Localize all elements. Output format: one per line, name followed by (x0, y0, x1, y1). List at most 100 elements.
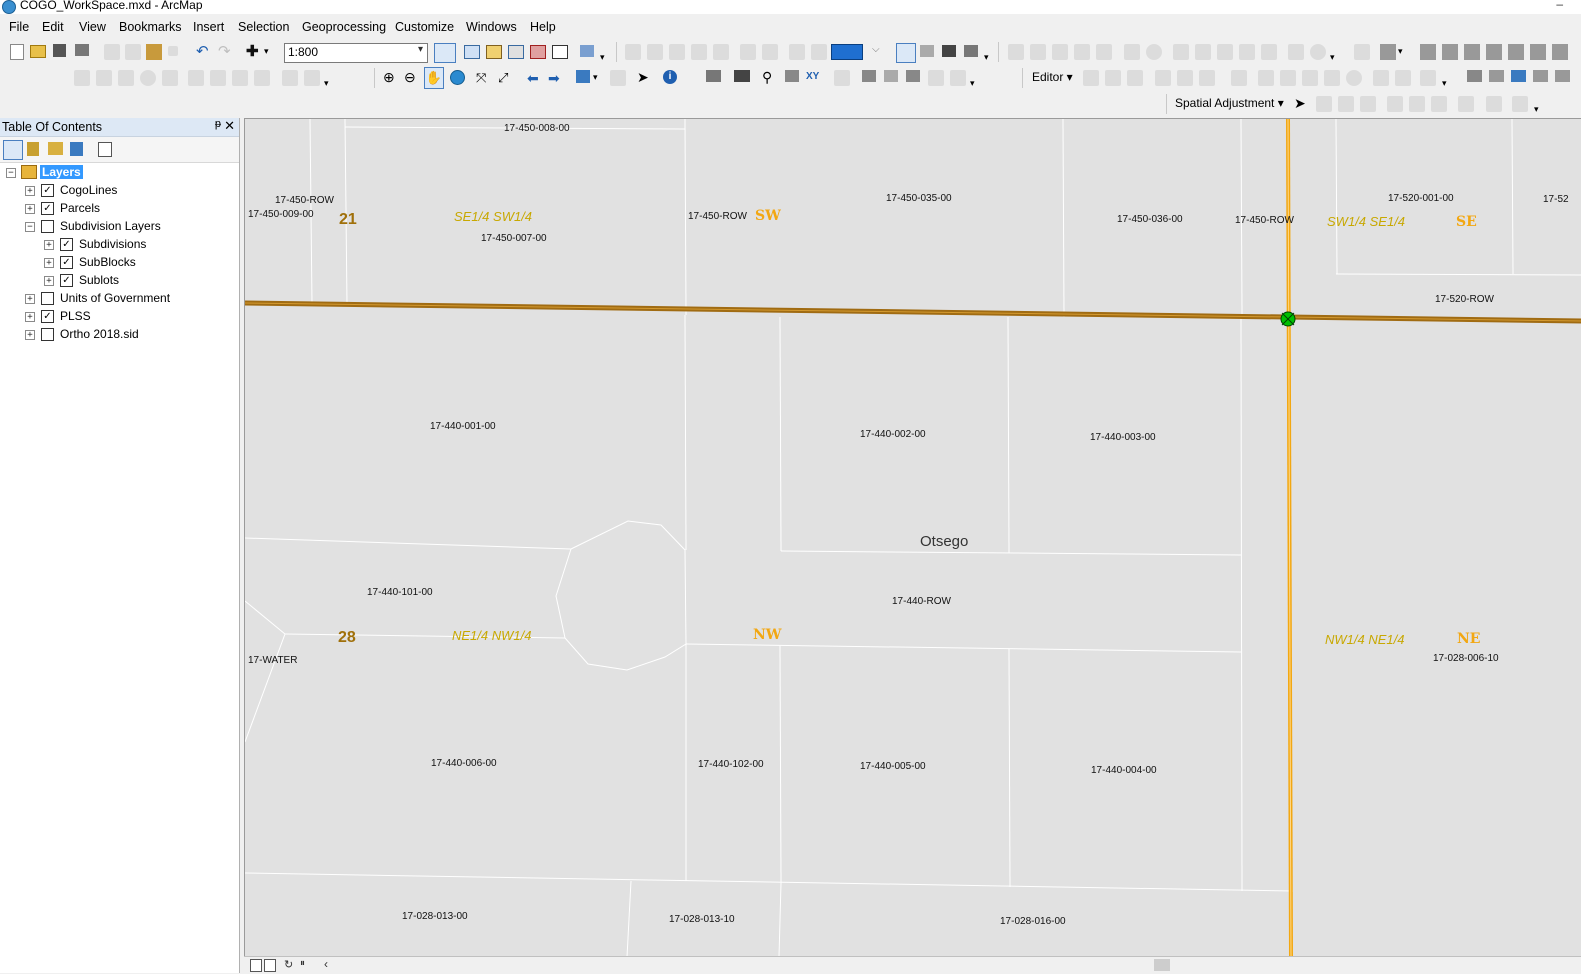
create-viewer-window-icon[interactable] (862, 70, 876, 82)
layout-view-icon[interactable] (896, 43, 916, 63)
refresh-icon[interactable]: ↻ (284, 958, 300, 974)
fixed-zoom-out-icon[interactable]: ⤢ (498, 70, 514, 86)
search-window-icon[interactable] (508, 45, 524, 59)
circle-icon[interactable] (140, 70, 156, 86)
layer-row-cogolines[interactable]: + ✓ CogoLines (0, 182, 239, 200)
cogo-report-icon[interactable] (1173, 44, 1189, 60)
color-swatch-icon[interactable] (831, 44, 863, 60)
rotate-icon[interactable] (1324, 70, 1340, 86)
cogo-split-icon[interactable] (1052, 44, 1068, 60)
layer-label-subdivisions[interactable]: Subdivisions (79, 237, 146, 251)
cogo-area-icon[interactable] (1288, 44, 1304, 60)
arctoolbox-icon[interactable] (530, 45, 546, 59)
error-inspector-icon[interactable] (740, 44, 756, 60)
layer-label-plss[interactable]: PLSS (60, 309, 91, 323)
map-canvas[interactable]: 17-450-008-00 17-450-ROW 17-450-009-00 1… (245, 119, 1581, 957)
align-center-icon[interactable] (1442, 44, 1458, 60)
planarize-icon[interactable] (811, 44, 827, 60)
catalog-window-icon[interactable] (486, 45, 502, 59)
layer-label-sublots[interactable]: Sublots (79, 273, 119, 287)
minimize-button[interactable]: – (1556, 0, 1563, 11)
modify-link-icon[interactable] (1338, 96, 1354, 112)
zoom-out-icon[interactable]: ⊖ (404, 69, 420, 85)
menu-help[interactable]: Help (530, 20, 556, 34)
layer-package-icon[interactable] (1467, 70, 1482, 82)
html-popup-icon[interactable] (706, 70, 721, 82)
cogo-curve-icon[interactable] (1030, 44, 1046, 60)
advanced-edit-icon[interactable] (74, 70, 90, 86)
smooth-icon[interactable] (282, 70, 298, 86)
copy-parallel-icon[interactable] (96, 70, 112, 86)
layer-label-layers[interactable]: Layers (40, 165, 83, 179)
paste-icon[interactable] (146, 44, 162, 60)
color-dropdown-icon[interactable]: ⌵ (872, 44, 888, 60)
topology-edit-icon[interactable] (669, 44, 685, 60)
trim-icon[interactable] (188, 70, 204, 86)
visibility-checkbox[interactable] (41, 292, 54, 305)
visibility-checkbox[interactable]: ✓ (60, 238, 73, 251)
publish-icon[interactable] (1533, 70, 1548, 82)
layer-row-plss[interactable]: + ✓ PLSS (0, 308, 239, 326)
new-identity-link-icon[interactable] (1387, 96, 1403, 112)
binoculars-icon[interactable] (942, 45, 956, 57)
list-by-selection-icon[interactable] (70, 142, 83, 156)
cut-icon[interactable] (104, 44, 120, 60)
transparency-icon[interactable] (950, 70, 966, 86)
vertex-marker[interactable] (1280, 311, 1296, 327)
effects-icon[interactable] (928, 70, 944, 86)
copy-icon[interactable] (125, 44, 141, 60)
split-icon[interactable] (1302, 70, 1318, 86)
delete-icon[interactable] (168, 46, 178, 56)
upload-icon[interactable] (1555, 70, 1570, 82)
cogo-table-icon[interactable] (1239, 44, 1255, 60)
layer-tools-icon[interactable] (964, 45, 978, 57)
georef-icon[interactable] (1354, 44, 1370, 60)
layer-label-subblocks[interactable]: SubBlocks (79, 255, 136, 269)
new-document-icon[interactable] (10, 44, 24, 60)
share-icon[interactable] (1511, 70, 1526, 82)
generalize-icon[interactable] (254, 70, 270, 86)
select-elements-arrow-icon[interactable]: ➤ (637, 69, 653, 85)
select-features-icon[interactable] (576, 70, 590, 83)
collapse-icon[interactable]: − (6, 168, 16, 178)
expand-icon[interactable]: + (25, 330, 35, 340)
map-display[interactable]: 17-450-008-00 17-450-ROW 17-450-009-00 1… (244, 118, 1581, 957)
expand-icon[interactable]: + (44, 258, 54, 268)
fixed-zoom-in-icon[interactable]: ⤧ (476, 70, 492, 86)
cogo-matrix-icon[interactable] (1261, 44, 1277, 60)
construct-features-icon[interactable] (789, 44, 805, 60)
flicker-icon[interactable] (906, 70, 920, 82)
table-of-contents-window-icon[interactable] (464, 45, 480, 59)
layer-row-subdivision-layers[interactable]: − Subdivision Layers (0, 218, 239, 236)
expand-icon[interactable]: + (25, 294, 35, 304)
list-by-source-icon[interactable] (27, 142, 39, 156)
explode-icon[interactable] (232, 70, 248, 86)
layer-row-units-of-government[interactable]: + Units of Government (0, 290, 239, 308)
visibility-checkbox[interactable]: ✓ (60, 274, 73, 287)
topology-tool-icon[interactable] (625, 44, 641, 60)
layer-row-parcels[interactable]: + ✓ Parcels (0, 200, 239, 218)
validate-topology-icon[interactable] (691, 44, 707, 60)
cogo-proportion-icon[interactable] (1074, 44, 1090, 60)
point-icon[interactable] (1231, 70, 1247, 86)
align-top-icon[interactable] (1486, 44, 1502, 60)
end-point-arc-icon[interactable] (1177, 70, 1193, 86)
identify-icon[interactable]: i (663, 70, 677, 84)
editor-toolbar-icon[interactable] (434, 43, 456, 63)
attribute-transfer-icon[interactable] (1486, 96, 1502, 112)
cogo-radius-icon[interactable] (1310, 44, 1326, 60)
map-scale-combobox[interactable]: 1:800 ▾ (284, 43, 428, 63)
print-icon[interactable] (75, 44, 89, 56)
time-slider-icon[interactable] (834, 70, 850, 86)
reshape-icon[interactable] (1258, 70, 1274, 86)
menu-insert[interactable]: Insert (193, 20, 224, 34)
list-by-visibility-icon[interactable] (48, 142, 63, 155)
cogo-grid-icon[interactable] (1217, 44, 1233, 60)
extend-icon[interactable] (162, 70, 178, 86)
multi-displacement-icon[interactable] (1360, 96, 1376, 112)
cogo-construct-icon[interactable] (1124, 44, 1140, 60)
edge-match-icon[interactable] (1512, 96, 1528, 112)
menu-geoprocessing[interactable]: Geoprocessing (302, 20, 386, 34)
cogo-extend-icon[interactable] (1096, 44, 1112, 60)
menu-selection[interactable]: Selection (238, 20, 289, 34)
